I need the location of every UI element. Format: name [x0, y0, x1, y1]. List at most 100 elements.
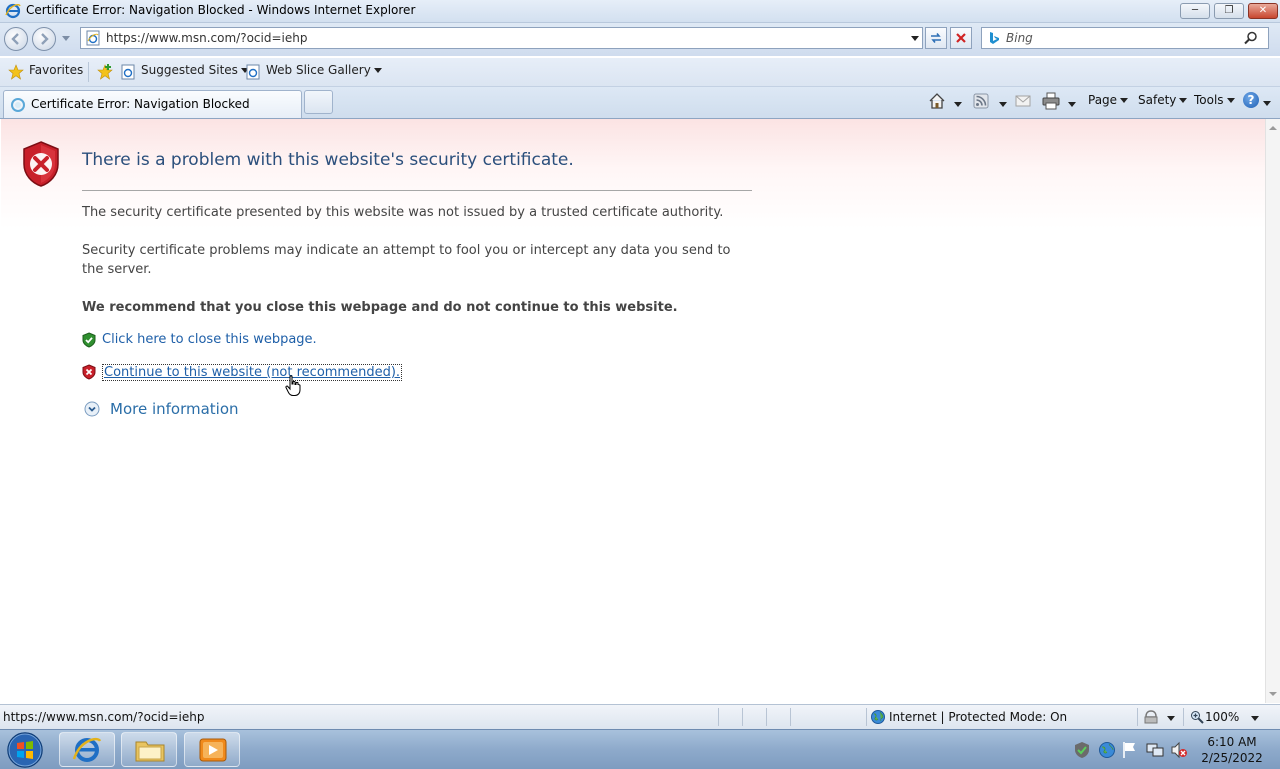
dropdown-arrow-icon — [1226, 98, 1235, 103]
address-dropdown-icon[interactable] — [911, 36, 919, 42]
address-bar[interactable]: https://www.msn.com/?ocid=iehp — [80, 27, 923, 49]
divider — [790, 708, 791, 726]
divider — [866, 708, 867, 726]
forward-arrow-icon — [41, 33, 49, 45]
zoom-dropdown-icon[interactable] — [1251, 716, 1259, 721]
status-bar: https://www.msn.com/?ocid=iehp Internet … — [0, 704, 1280, 729]
add-favorites-icon[interactable] — [96, 63, 114, 81]
suggested-sites-icon — [121, 64, 135, 80]
divider — [88, 62, 89, 82]
tools-menu[interactable]: Tools — [1194, 93, 1235, 107]
loading-icon — [11, 98, 25, 112]
search-icon[interactable] — [1244, 31, 1258, 45]
refresh-button[interactable] — [925, 27, 947, 49]
scroll-up-icon[interactable] — [1269, 125, 1277, 131]
media-player-icon — [199, 738, 227, 762]
feeds-icon[interactable] — [973, 93, 989, 109]
help-dropdown-icon[interactable] — [1263, 101, 1271, 106]
expand-chevron-icon[interactable] — [84, 401, 100, 417]
read-mail-icon[interactable] — [1015, 94, 1031, 108]
divider — [742, 708, 743, 726]
tab-certificate-error[interactable]: Certificate Error: Navigation Blocked — [3, 90, 302, 118]
dropdown-arrow-icon — [1120, 98, 1129, 103]
web-slice-gallery-link[interactable]: Web Slice Gallery — [266, 63, 382, 77]
page-menu-label: Page — [1088, 93, 1118, 107]
tools-menu-label: Tools — [1194, 93, 1224, 107]
protected-mode-dropdown-icon[interactable] — [1167, 716, 1175, 721]
page-icon — [86, 30, 100, 46]
hand-cursor-icon — [285, 375, 301, 396]
divider — [1183, 708, 1184, 726]
flag-icon[interactable] — [1122, 741, 1138, 759]
safety-menu-label: Safety — [1138, 93, 1177, 107]
divider — [1137, 708, 1138, 726]
scroll-down-icon[interactable] — [1269, 691, 1277, 697]
back-arrow-icon — [11, 33, 19, 45]
taskbar-media-player-button[interactable] — [184, 732, 240, 767]
recommendation-text: We recommend that you close this webpage… — [82, 300, 678, 315]
continue-to-website-link[interactable]: Continue to this website (not recommende… — [102, 364, 403, 381]
safe-shield-icon — [82, 332, 96, 348]
suggested-sites-label: Suggested Sites — [141, 63, 238, 77]
security-zone[interactable]: Internet | Protected Mode: On — [889, 710, 1067, 724]
start-button[interactable] — [5, 731, 45, 769]
home-icon[interactable] — [928, 92, 946, 110]
folder-icon — [135, 741, 165, 762]
action-center-icon[interactable] — [1073, 741, 1091, 759]
forward-button[interactable] — [32, 27, 56, 51]
page-title: There is a problem with this website's s… — [82, 150, 574, 170]
search-box[interactable]: Bing — [981, 27, 1269, 49]
feeds-dropdown-icon[interactable] — [999, 102, 1007, 107]
clock-date: 2/25/2022 — [1201, 751, 1263, 765]
close-window-button[interactable]: ✕ — [1248, 3, 1278, 19]
stop-button[interactable] — [950, 27, 972, 49]
vertical-scrollbar[interactable] — [1265, 119, 1280, 703]
tab-label: Certificate Error: Navigation Blocked — [31, 97, 250, 111]
favorites-star-icon — [8, 64, 24, 80]
print-icon[interactable] — [1042, 92, 1060, 110]
divider — [718, 708, 719, 726]
more-information-link[interactable]: More information — [110, 400, 239, 418]
close-webpage-link[interactable]: Click here to close this webpage. — [102, 332, 317, 347]
clock-time: 6:10 AM — [1207, 735, 1257, 749]
favorites-button[interactable]: Favorites — [29, 63, 83, 77]
bing-icon — [990, 32, 999, 44]
page-menu[interactable]: Page — [1088, 93, 1129, 107]
zoom-level[interactable]: 100% — [1205, 710, 1239, 724]
web-slice-icon — [246, 64, 260, 80]
security-error-shield-icon — [23, 141, 59, 187]
back-button[interactable] — [4, 27, 28, 51]
ie-logo-icon — [5, 3, 21, 19]
window-title: Certificate Error: Navigation Blocked - … — [26, 3, 416, 17]
refresh-icon — [931, 33, 941, 43]
help-icon[interactable]: ? — [1243, 92, 1259, 108]
network-globe-icon[interactable] — [1098, 741, 1116, 759]
minimize-button[interactable]: ─ — [1180, 3, 1210, 19]
print-dropdown-icon[interactable] — [1068, 102, 1076, 107]
dropdown-arrow-icon — [1179, 98, 1188, 103]
new-tab-button[interactable] — [304, 90, 333, 114]
taskbar-explorer-button[interactable] — [121, 732, 177, 767]
certificate-description: The security certificate presented by th… — [82, 205, 724, 220]
clock[interactable]: 6:10 AM 2/25/2022 — [1192, 734, 1272, 766]
status-url: https://www.msn.com/?ocid=iehp — [3, 710, 205, 724]
tab-bar: Certificate Error: Navigation Blocked Pa… — [0, 87, 1280, 119]
recent-pages-dropdown-icon[interactable] — [62, 36, 70, 42]
protected-mode-icon[interactable] — [1143, 709, 1159, 725]
title-bar: Certificate Error: Navigation Blocked - … — [0, 0, 1280, 23]
error-shield-icon — [82, 364, 96, 380]
volume-muted-icon[interactable] — [1170, 741, 1188, 759]
taskbar-ie-button[interactable] — [59, 732, 115, 767]
address-url: https://www.msn.com/?ocid=iehp — [106, 31, 308, 45]
ie-logo-icon — [72, 737, 102, 762]
warning-description: Security certificate problems may indica… — [82, 243, 731, 277]
safety-menu[interactable]: Safety — [1138, 93, 1188, 107]
divider — [766, 708, 767, 726]
suggested-sites-link[interactable]: Suggested Sites — [141, 63, 249, 77]
web-slice-gallery-label: Web Slice Gallery — [266, 63, 371, 77]
home-dropdown-icon[interactable] — [954, 102, 962, 107]
restore-button[interactable]: ❐ — [1214, 3, 1244, 19]
internet-globe-icon — [871, 710, 885, 724]
network-status-icon[interactable] — [1146, 741, 1164, 759]
divider — [82, 190, 752, 191]
